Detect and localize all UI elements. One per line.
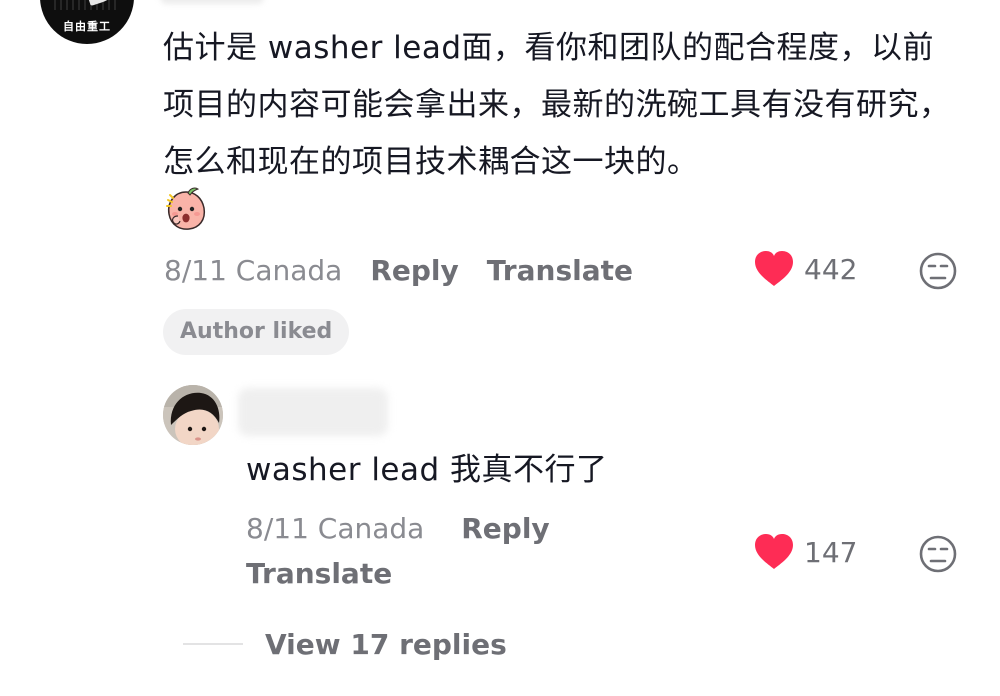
reply-like-count: 147 (804, 535, 858, 569)
author-liked-badge: Author liked (163, 309, 350, 355)
commenter-username-redacted (160, 0, 264, 4)
heart-icon (755, 534, 793, 569)
reply-text: washer lead 我真不行了 (246, 452, 608, 488)
comment-translate-button[interactable]: Translate (487, 254, 633, 287)
reply-meta-row: 8/11 Canada Reply Translate (246, 506, 646, 596)
commenter-avatar[interactable]: 自由重工 (40, 0, 134, 44)
dislike-face-icon[interactable] (918, 251, 958, 291)
reply-like-button[interactable]: 147 (754, 533, 857, 571)
replier-username-redacted (238, 388, 388, 436)
comment-like-count: 442 (804, 252, 858, 286)
heart-icon (755, 251, 793, 286)
comment-date: 8/11 Canada (164, 253, 343, 287)
view-replies-divider (183, 643, 243, 645)
reply-date: 8/11 Canada (246, 512, 425, 545)
comment-text: 估计是 washer lead面，看你和团队的配合程度，以前项目的内容可能会拿出… (163, 30, 951, 180)
view-replies-row[interactable]: View 17 replies (183, 622, 507, 666)
replier-avatar[interactable] (163, 385, 223, 445)
comment-reply-button[interactable]: Reply (370, 254, 458, 287)
dislike-face-icon[interactable] (918, 534, 958, 574)
reply-translate-button[interactable]: Translate (246, 551, 646, 596)
reply-reply-button[interactable]: Reply (461, 512, 549, 545)
avatar-logo-text: 自由重工 (63, 20, 111, 33)
shocked-peach-emoji-icon (166, 187, 206, 230)
view-replies-button[interactable]: View 17 replies (265, 628, 507, 661)
avatar-stripes (54, 0, 118, 10)
comment-meta-row: 8/11 Canada Reply Translate (164, 248, 633, 292)
replier-avatar-photo (163, 385, 223, 445)
comment-like-button[interactable]: 442 (754, 250, 857, 288)
